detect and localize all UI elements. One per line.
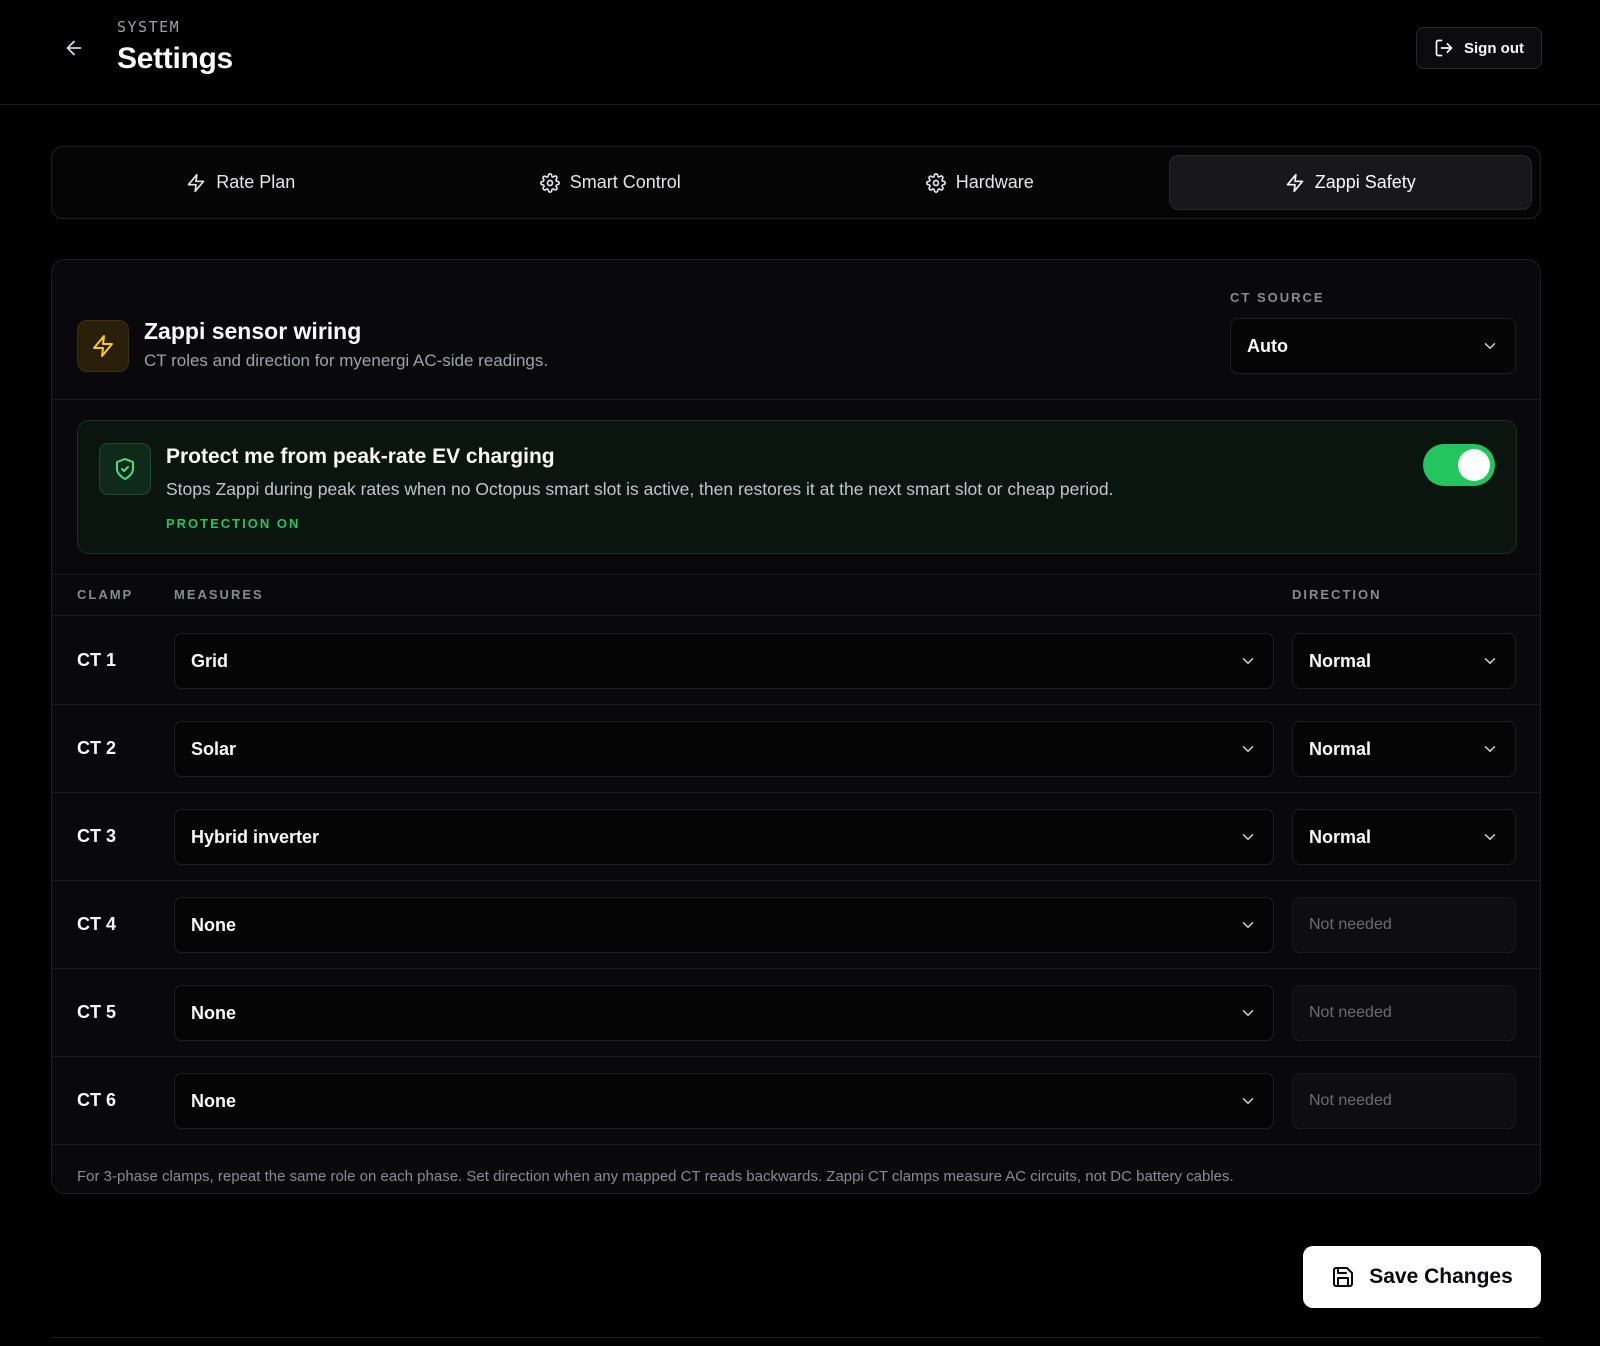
direction-select[interactable]: Normal xyxy=(1292,721,1516,777)
log-out-icon xyxy=(1435,39,1453,57)
tab-label: Rate Plan xyxy=(216,172,296,192)
measures-select[interactable]: Grid xyxy=(174,633,1274,689)
measures-value: Grid xyxy=(191,650,229,671)
table-header: CLAMP MEASURES DIRECTION xyxy=(52,574,1540,616)
save-label: Save Changes xyxy=(1369,1265,1513,1288)
clamp-label: CT 5 xyxy=(77,1002,117,1022)
chevron-down-icon xyxy=(1242,658,1254,664)
settings-tabs: Rate Plan Smart Control Hardware Zappi S… xyxy=(51,146,1541,219)
measures-select[interactable]: None xyxy=(174,985,1274,1041)
arrow-left-icon xyxy=(66,40,82,56)
ct-source-value: Auto xyxy=(1247,335,1288,356)
clamp-label: CT 2 xyxy=(77,738,117,758)
direction-not-needed: Not needed xyxy=(1292,1073,1516,1129)
chevron-down-icon xyxy=(1242,922,1254,928)
page-header: SYSTEM Settings Sign out xyxy=(0,0,1600,105)
measures-select[interactable]: None xyxy=(174,897,1274,953)
protection-status: PROTECTION ON xyxy=(166,516,301,531)
clamp-label: CT 3 xyxy=(77,826,117,846)
measures-column-header: MEASURES xyxy=(174,587,264,602)
measures-value: Hybrid inverter xyxy=(191,826,320,847)
tab-zappi-safety[interactable]: Zappi Safety xyxy=(1168,155,1532,210)
measures-value: None xyxy=(191,1002,236,1023)
chevron-down-icon xyxy=(1242,1010,1254,1016)
zap-badge xyxy=(77,320,129,372)
sign-out-button[interactable]: Sign out xyxy=(1416,27,1542,69)
table-row: CT 1 Grid Normal xyxy=(52,617,1540,705)
protection-title: Protect me from peak-rate EV charging xyxy=(166,445,555,468)
direction-column-header: DIRECTION xyxy=(1292,587,1382,602)
zap-icon xyxy=(187,173,205,192)
table-row: CT 4 None Not needed xyxy=(52,881,1540,969)
tab-smart-control[interactable]: Smart Control xyxy=(430,155,792,210)
measures-select[interactable]: None xyxy=(174,1073,1274,1129)
shield-badge xyxy=(99,443,151,495)
table-row: CT 5 None Not needed xyxy=(52,969,1540,1057)
card-title: Zappi sensor wiring xyxy=(144,318,362,344)
direction-value: Normal xyxy=(1309,826,1372,847)
save-icon xyxy=(1333,1267,1354,1287)
page-title: Settings xyxy=(117,42,233,75)
clamp-label: CT 6 xyxy=(77,1090,117,1110)
direction-value: Normal xyxy=(1309,738,1372,759)
tab-label: Smart Control xyxy=(569,172,681,192)
direction-not-needed: Not needed xyxy=(1292,897,1516,953)
tab-hardware[interactable]: Hardware xyxy=(799,155,1161,210)
tab-rate-plan[interactable]: Rate Plan xyxy=(60,155,422,210)
table-row: CT 6 None Not needed xyxy=(52,1057,1540,1145)
clamp-label: CT 4 xyxy=(77,914,117,934)
peak-protection-panel: Protect me from peak-rate EV charging St… xyxy=(77,420,1517,554)
ct-source-select[interactable]: Auto xyxy=(1230,318,1516,374)
measures-select[interactable]: Hybrid inverter xyxy=(174,809,1274,865)
divider xyxy=(51,1337,1541,1338)
tab-label: Zappi Safety xyxy=(1314,172,1416,192)
page-eyebrow: SYSTEM xyxy=(117,18,181,36)
measures-value: Solar xyxy=(191,738,237,759)
chevron-down-icon xyxy=(1484,834,1496,840)
ct-source-label: CT SOURCE xyxy=(1230,290,1325,305)
wiring-footnote: For 3-phase clamps, repeat the same role… xyxy=(77,1168,1234,1185)
direction-value: Normal xyxy=(1309,650,1372,671)
zappi-wiring-card: Zappi sensor wiring CT roles and directi… xyxy=(51,259,1541,1194)
tab-label: Hardware xyxy=(955,172,1034,192)
sign-out-label: Sign out xyxy=(1464,39,1524,57)
chevron-down-icon xyxy=(1242,834,1254,840)
direction-select[interactable]: Normal xyxy=(1292,809,1516,865)
measures-select[interactable]: Solar xyxy=(174,721,1274,777)
toggle-knob xyxy=(1458,449,1490,481)
measures-value: None xyxy=(191,1090,236,1111)
chevron-down-icon xyxy=(1484,746,1496,752)
gear-icon xyxy=(925,172,946,193)
shield-check-icon xyxy=(116,458,134,480)
chevron-down-icon xyxy=(1484,658,1496,664)
back-button[interactable] xyxy=(60,34,88,62)
card-header: Zappi sensor wiring CT roles and directi… xyxy=(52,260,1540,400)
zap-icon xyxy=(93,335,113,357)
protection-description: Stops Zappi during peak rates when no Oc… xyxy=(166,479,1114,499)
chevron-down-icon xyxy=(1242,1098,1254,1104)
gear-icon xyxy=(539,172,560,193)
clamp-column-header: CLAMP xyxy=(77,587,134,602)
table-row: CT 2 Solar Normal xyxy=(52,705,1540,793)
direction-not-needed: Not needed xyxy=(1292,985,1516,1041)
direction-select[interactable]: Normal xyxy=(1292,633,1516,689)
table-row: CT 3 Hybrid inverter Normal xyxy=(52,793,1540,881)
card-subtitle: CT roles and direction for myenergi AC-s… xyxy=(144,351,549,370)
clamp-label: CT 1 xyxy=(77,650,117,670)
chevron-down-icon xyxy=(1242,746,1254,752)
zap-icon xyxy=(1286,173,1304,192)
measures-value: None xyxy=(191,914,236,935)
chevron-down-icon xyxy=(1484,343,1496,349)
protection-toggle[interactable] xyxy=(1423,444,1495,486)
save-changes-button[interactable]: Save Changes xyxy=(1303,1246,1541,1308)
